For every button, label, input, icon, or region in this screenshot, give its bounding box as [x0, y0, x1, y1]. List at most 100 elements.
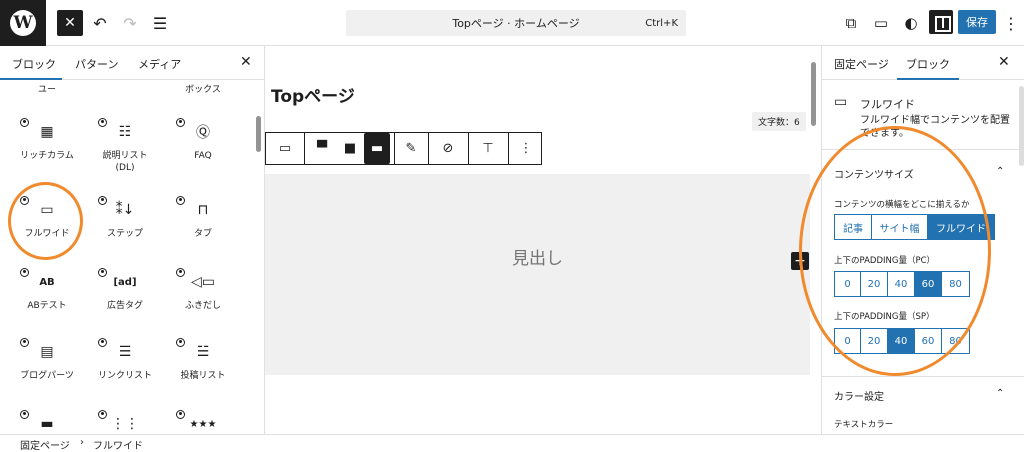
save-button[interactable]: 保存 [958, 10, 996, 34]
swell-badge-icon [98, 118, 107, 127]
block-item-label: ふきだし [184, 301, 221, 311]
block-item-partial[interactable]: ⋮⋮ [90, 410, 160, 434]
swell-badge-icon [20, 410, 29, 419]
fullwide-icon: ▭ [278, 141, 292, 156]
tab-page[interactable]: 固定ページ [834, 56, 889, 72]
redo-icon: ↷ [123, 13, 137, 33]
more-vertical-icon: ⋮ [519, 141, 533, 156]
block-item-step[interactable]: ⁑↓ ステップ [90, 196, 160, 240]
partial-block-label: ボックス [185, 85, 221, 95]
styles-button[interactable]: ◐ [898, 10, 924, 36]
command-palette-title: Topページ · ホームページ [452, 17, 580, 30]
block-item-faq[interactable]: Ⓠ FAQ [168, 118, 238, 162]
align-center-icon: ■ [343, 141, 357, 156]
swell-badge-icon [98, 410, 107, 419]
wordpress-logo-icon: W [10, 10, 36, 36]
swell-badge-icon [176, 196, 185, 205]
block-item-rich-column[interactable]: ▦ リッチカラム [12, 118, 82, 162]
image-slash-icon: ⊘ [442, 141, 454, 156]
page-title[interactable]: Topページ [271, 82, 355, 107]
paint-roller-button[interactable]: ⊤ [470, 133, 506, 164]
color-panel-title[interactable]: カラー設定 [834, 388, 884, 403]
undo-button[interactable]: ↶ [87, 10, 113, 36]
close-sidebar-icon[interactable]: ✕ [998, 54, 1010, 70]
inserter-scrollbar[interactable] [256, 116, 261, 152]
inserter-tabs: ブロック パターン メディア ✕ [0, 46, 264, 80]
toolbar-divider [508, 133, 509, 164]
swell-badge-icon [176, 118, 185, 127]
block-item-label: 説明リスト (DL) [102, 151, 148, 173]
editor-header: W ✕ ↶ ↷ ☰ Topページ · ホームページ Ctrl+K ⧉ ▭ ◐ 保… [0, 0, 1024, 46]
toolbar-divider [428, 133, 429, 164]
swell-badge-icon [98, 338, 107, 347]
document-overview-button[interactable]: ☰ [147, 10, 173, 36]
active-tab-indicator [0, 78, 62, 80]
chevron-up-icon[interactable]: ⌃ [996, 166, 1004, 177]
align-full-button[interactable]: ▬ [364, 133, 390, 164]
toolbar-divider [304, 133, 305, 164]
tab-patterns[interactable]: パターン [75, 56, 118, 72]
more-options-button[interactable]: ⋮ [1002, 10, 1020, 36]
annotation-circle [799, 126, 991, 376]
edit-button[interactable]: ✎ [396, 133, 426, 164]
align-top-button[interactable]: ▀ [308, 133, 336, 164]
block-item-link-list[interactable]: ☰ リンクリスト [90, 338, 160, 382]
block-item-ad-tag[interactable]: [ad] 広告タグ [90, 268, 160, 312]
toolbar-divider [468, 133, 469, 164]
text-color-label: テキストカラー [834, 420, 894, 430]
block-item-partial[interactable]: ★★★ [168, 410, 238, 434]
undo-icon: ↶ [93, 13, 107, 33]
block-item-description-list[interactable]: ☷ 説明リスト (DL) [90, 118, 160, 174]
tab-block[interactable]: ブロック [906, 56, 950, 72]
swell-badge-icon [98, 268, 107, 277]
sidebar-scrollbar[interactable] [1019, 86, 1024, 166]
document-overview-icon: ☰ [152, 13, 168, 33]
word-count-badge: 文字数：6 [752, 112, 806, 131]
redo-button[interactable]: ↷ [117, 10, 143, 36]
panel-divider [822, 376, 1024, 377]
heading-placeholder[interactable]: 見出し [265, 244, 810, 269]
swell-badge-icon [20, 268, 29, 277]
tab-media[interactable]: メディア [138, 56, 181, 72]
external-link-icon: ⧉ [845, 14, 857, 32]
view-page-button[interactable]: ⧉ [838, 10, 864, 36]
close-inserter-button[interactable]: ✕ [57, 10, 83, 36]
block-options-button[interactable]: ⋮ [510, 133, 542, 164]
block-card-title: フルワイド [860, 98, 915, 111]
align-center-button[interactable]: ■ [336, 133, 364, 164]
swell-badge-icon [176, 338, 185, 347]
sidebar-tabs: 固定ページ ブロック ✕ [822, 46, 1024, 80]
command-palette-bar[interactable]: Topページ · ホームページ Ctrl+K [346, 10, 686, 36]
swell-badge-icon [20, 118, 29, 127]
block-item-partial[interactable]: ▬ [12, 410, 82, 434]
more-vertical-icon: ⋮ [1003, 13, 1019, 33]
device-preview-button[interactable]: ▭ [868, 10, 894, 36]
fullwide-block[interactable]: 見出し [265, 174, 810, 375]
tab-blocks[interactable]: ブロック [12, 56, 56, 72]
close-icon: ✕ [64, 15, 76, 31]
block-toolbar: ▭ ▀ ■ ▬ ✎ ⊘ ⊤ ⋮ [265, 132, 542, 165]
close-inserter-icon[interactable]: ✕ [240, 54, 252, 70]
block-item-blog-parts[interactable]: ▤ ブログパーツ [12, 338, 82, 382]
block-item-label: ABテスト [27, 301, 67, 311]
block-type-button[interactable]: ▭ [266, 133, 304, 164]
block-item-post-list[interactable]: ☱ 投稿リスト [168, 338, 238, 382]
block-item-tab[interactable]: ⊓ タブ [168, 196, 238, 240]
annotation-circle [8, 182, 83, 260]
fullwide-icon: ▭ [834, 94, 848, 110]
align-full-icon: ▬ [370, 141, 384, 156]
background-image-button[interactable]: ⊘ [430, 133, 466, 164]
settings-toggle-button[interactable] [929, 10, 953, 34]
block-item-balloon[interactable]: ◁▭ ふきだし [168, 268, 238, 312]
swell-badge-icon [98, 196, 107, 205]
block-item-ab-test[interactable]: AB ABテスト [12, 268, 82, 312]
chevron-up-icon[interactable]: ⌃ [996, 388, 1004, 399]
canvas-scrollbar[interactable] [811, 62, 816, 126]
breadcrumb-separator: › [80, 437, 84, 448]
swell-badge-icon [20, 338, 29, 347]
wordpress-logo-button[interactable]: W [0, 0, 46, 46]
block-item-label: リッチカラム [20, 151, 74, 161]
swell-badge-icon [176, 410, 185, 419]
paint-roller-icon: ⊤ [482, 141, 494, 156]
device-preview-icon: ▭ [873, 14, 889, 32]
